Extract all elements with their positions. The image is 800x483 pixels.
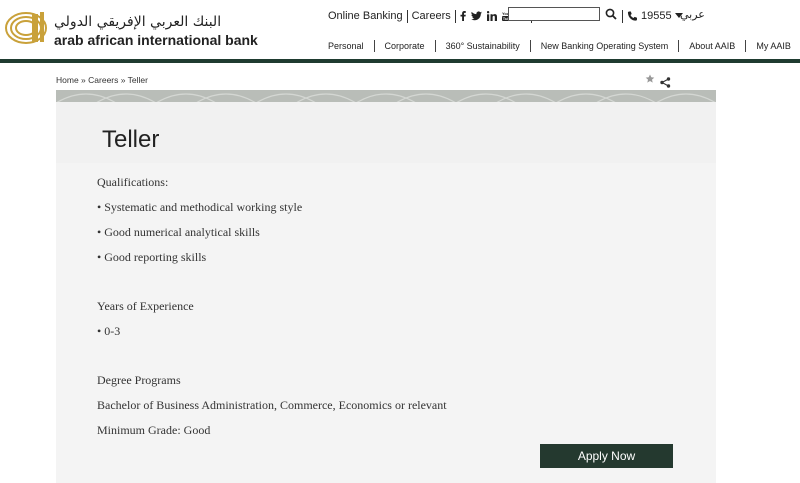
top-utility-bar: Online Banking Careers YouTube <box>328 8 536 24</box>
online-banking-link[interactable]: Online Banking <box>328 10 403 22</box>
nav-item-new-banking-os[interactable]: New Banking Operating System <box>529 40 679 52</box>
divider <box>622 9 623 23</box>
hotline-number: 19555 <box>641 10 672 22</box>
banner-pattern <box>56 93 716 102</box>
breadcrumb-home[interactable]: Home <box>56 75 79 85</box>
facebook-icon[interactable] <box>460 11 466 21</box>
divider <box>406 9 408 23</box>
header-divider <box>0 59 800 63</box>
qualification-item: • Good numerical analytical skills <box>97 225 260 239</box>
nav-item-corporate[interactable]: Corporate <box>373 40 435 52</box>
minimum-grade: Minimum Grade: Good <box>97 423 211 437</box>
nav-item-personal[interactable]: Personal <box>328 40 374 52</box>
hotline[interactable]: 19555 <box>622 8 683 24</box>
qualification-item: • Systematic and methodical working styl… <box>97 200 303 214</box>
phone-icon <box>627 11 637 21</box>
careers-link[interactable]: Careers <box>412 10 451 22</box>
breadcrumb-careers[interactable]: Careers <box>88 75 118 85</box>
bank-logo-icon <box>5 12 47 44</box>
brand-logo[interactable]: البنك العربي الإفريقي الدولي arab africa… <box>4 10 258 50</box>
page-title: Teller <box>102 126 160 153</box>
brand-name-english: arab african international bank <box>54 32 258 48</box>
search-icon[interactable] <box>605 8 617 20</box>
breadcrumb: Home » Careers » Teller <box>56 75 148 85</box>
qualification-item: • Good reporting skills <box>97 250 207 264</box>
degree-text: Bachelor of Business Administration, Com… <box>97 398 447 412</box>
breadcrumb-separator: » <box>118 75 128 85</box>
nav-item-sustainability[interactable]: 360° Sustainability <box>434 40 530 52</box>
degree-heading: Degree Programs <box>97 373 181 387</box>
qualifications-heading: Qualifications: <box>97 175 169 189</box>
divider <box>454 9 456 23</box>
experience-item: • 0-3 <box>97 324 121 338</box>
star-icon[interactable] <box>645 74 655 84</box>
linkedin-icon[interactable] <box>486 11 497 21</box>
language-switch[interactable]: عربي <box>680 8 705 21</box>
apply-now-button[interactable]: Apply Now <box>540 444 673 468</box>
nav-item-my-aaib[interactable]: My AAIB <box>745 40 800 52</box>
brand-name-arabic: البنك العربي الإفريقي الدولي <box>54 14 222 30</box>
breadcrumb-current: Teller <box>127 75 148 85</box>
header-banner <box>56 90 716 102</box>
twitter-icon[interactable] <box>470 11 482 21</box>
experience-heading: Years of Experience <box>97 299 194 313</box>
breadcrumb-separator: » <box>78 75 89 85</box>
share-icon[interactable] <box>660 77 671 88</box>
main-nav: Personal Corporate 360° Sustainability N… <box>328 40 800 52</box>
nav-item-about[interactable]: About AAIB <box>678 40 745 52</box>
search-input[interactable] <box>508 7 600 21</box>
